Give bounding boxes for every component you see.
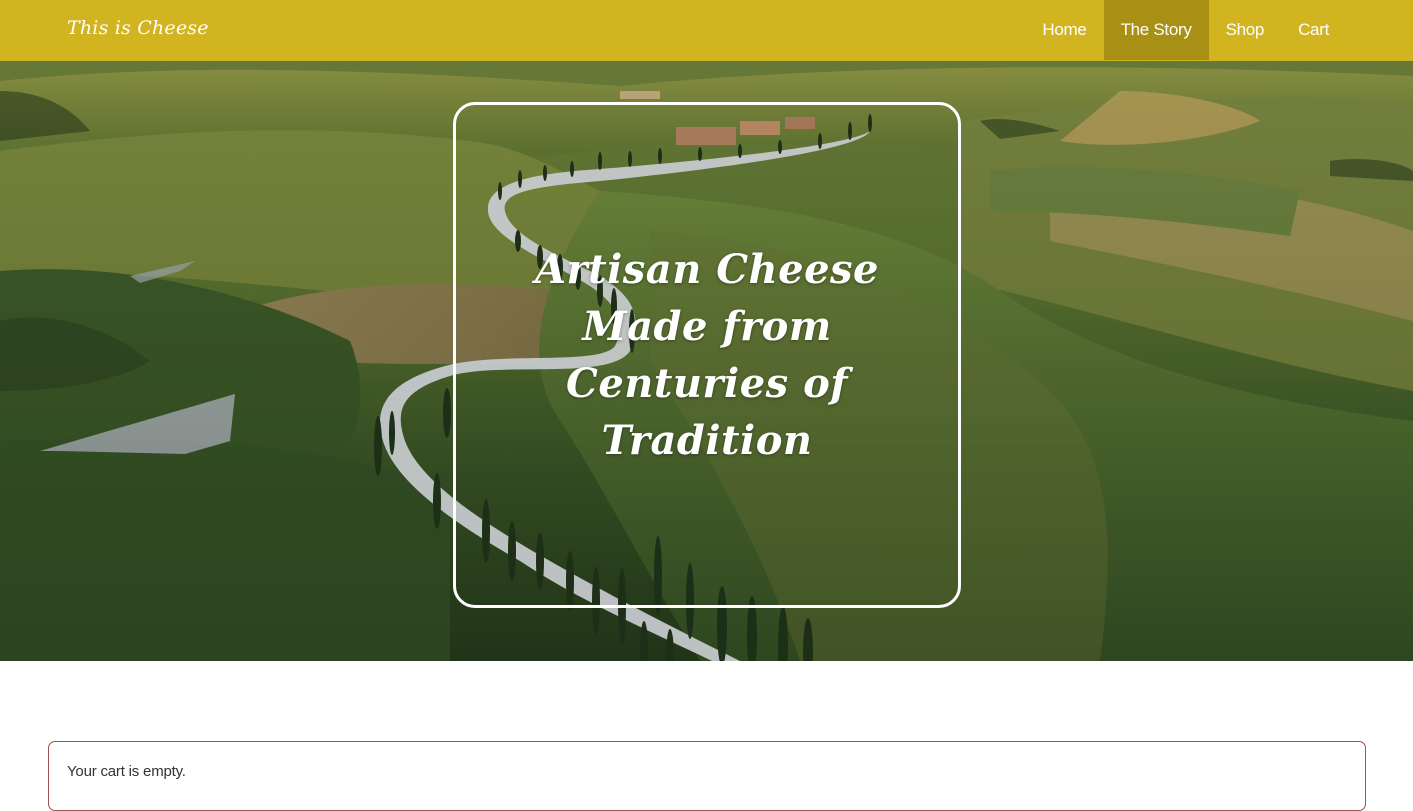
nav-link-home[interactable]: Home [1025,0,1103,60]
hero-title-line-1: Artisan Cheese Made from [534,246,879,350]
brand-logo-link[interactable]: This is Cheese [67,17,209,39]
nav-link-the-story[interactable]: The Story [1103,0,1209,60]
hero-title-line-2: Centuries of Tradition [566,360,848,464]
nav-links: Home The Story Shop Cart [1025,0,1346,60]
nav-link-shop[interactable]: Shop [1209,0,1282,60]
top-navbar: This is Cheese Home The Story Shop Cart [0,0,1413,61]
hero-banner: Artisan Cheese Made from Centuries of Tr… [0,61,1413,661]
cart-status-box: Your cart is empty. [48,741,1366,811]
hero-title-frame: Artisan Cheese Made from Centuries of Tr… [453,102,961,608]
cart-empty-message: Your cart is empty. [67,763,186,780]
nav-link-cart[interactable]: Cart [1281,0,1346,60]
hero-title: Artisan Cheese Made from Centuries of Tr… [456,241,958,469]
